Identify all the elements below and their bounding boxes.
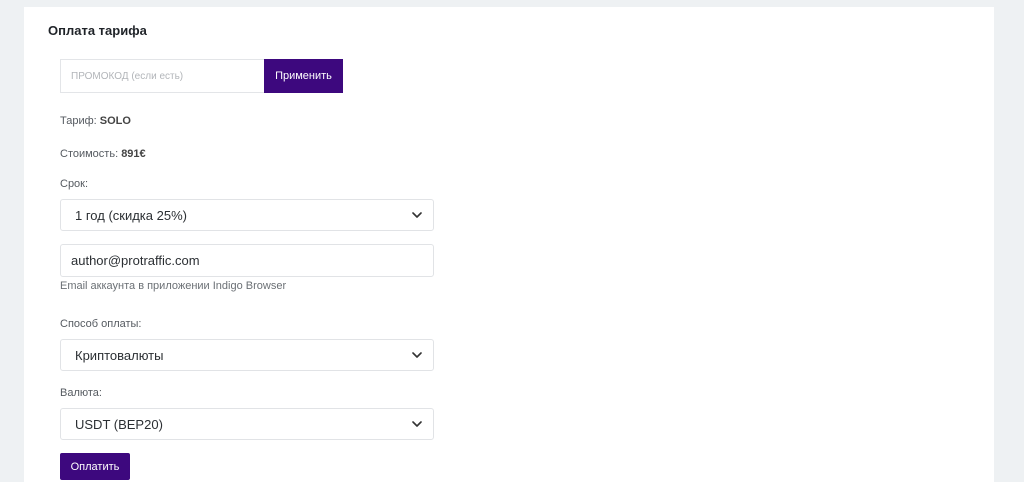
currency-select-value: USDT (BEP20)	[75, 416, 163, 432]
payment-method-label: Способ оплаты:	[60, 318, 142, 330]
term-label: Срок:	[60, 178, 89, 190]
payment-card: Оплата тарифа Применить Тариф: SOLO Стои…	[24, 7, 994, 482]
apply-promo-button[interactable]: Применить	[264, 59, 343, 93]
currency-select[interactable]: USDT (BEP20)	[60, 408, 434, 440]
payment-method-select[interactable]: Криптовалюты	[60, 339, 434, 371]
pay-button[interactable]: Оплатить	[60, 453, 130, 480]
payment-method-select-value: Криптовалюты	[75, 347, 164, 363]
email-field[interactable]	[60, 244, 434, 277]
email-help-text: Email аккаунта в приложении Indigo Brows…	[60, 280, 287, 292]
tariff-value: SOLO	[99, 115, 131, 127]
chevron-down-icon	[411, 209, 423, 221]
promo-code-input[interactable]	[60, 59, 264, 93]
chevron-down-icon	[411, 349, 423, 361]
cost-label: Стоимость:	[60, 148, 122, 160]
cost-value: 891€	[121, 148, 146, 160]
chevron-down-icon	[411, 418, 423, 430]
tariff-line: Тариф: SOLO	[60, 115, 131, 127]
currency-label: Валюта:	[60, 387, 102, 399]
promo-row: Применить	[60, 59, 343, 93]
tariff-label: Тариф:	[60, 115, 100, 127]
term-select-value: 1 год (скидка 25%)	[75, 207, 187, 223]
page-title: Оплата тарифа	[48, 23, 147, 38]
term-select[interactable]: 1 год (скидка 25%)	[60, 199, 434, 231]
cost-line: Стоимость: 891€	[60, 148, 146, 160]
